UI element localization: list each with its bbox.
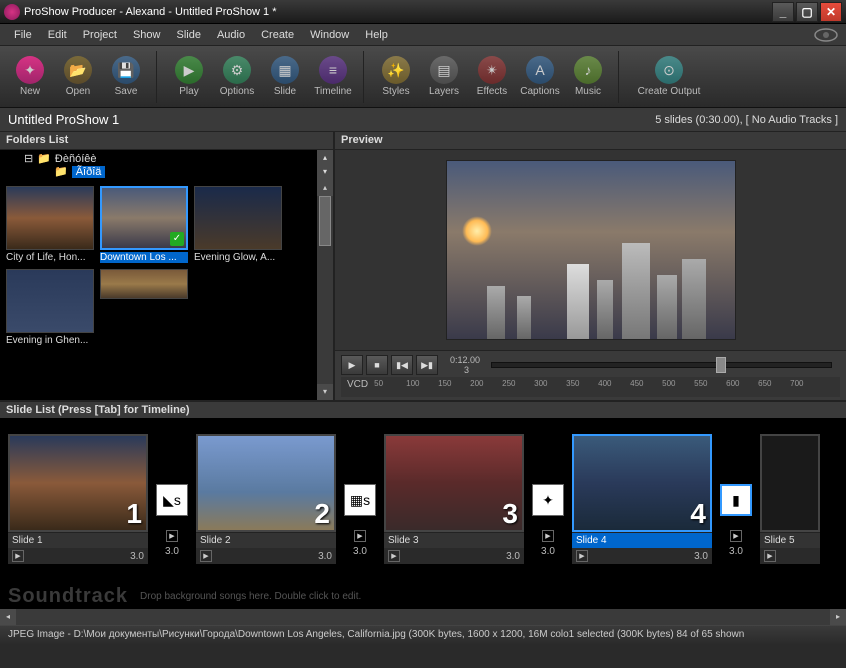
menu-audio[interactable]: Audio — [209, 27, 253, 43]
menu-edit[interactable]: Edit — [40, 27, 75, 43]
thumb-item[interactable]: ✓Downtown Los ... — [100, 186, 188, 263]
close-button[interactable]: ✕ — [820, 2, 842, 22]
slide-card[interactable]: Slide 5 ▶ — [760, 434, 820, 564]
tool-timeline[interactable]: ≡Timeline — [311, 51, 355, 103]
menu-project[interactable]: Project — [75, 27, 125, 43]
menu-window[interactable]: Window — [302, 27, 357, 43]
titlebar: ProShow Producer - Alexand - Untitled Pr… — [0, 0, 846, 24]
transition-card[interactable]: ▮▶3.0 — [716, 484, 756, 557]
soundtrack-hint: Drop background songs here. Double click… — [140, 591, 361, 602]
transition-play-icon[interactable]: ▶ — [542, 530, 554, 542]
slidelist-header: Slide List (Press [Tab] for Timeline) — [0, 400, 846, 418]
horizontal-scrollbar[interactable]: ◂ ▸ — [0, 609, 846, 625]
soundtrack-label: Soundtrack — [8, 585, 128, 608]
transition-play-icon[interactable]: ▶ — [354, 530, 366, 542]
statusbar: JPEG Image - D:\Мои документы\Рисунки\Го… — [0, 625, 846, 645]
project-title: Untitled ProShow 1 — [8, 112, 655, 127]
folders-header: Folders List — [0, 132, 333, 150]
project-bar: Untitled ProShow 1 5 slides (0:30.00), [… — [0, 108, 846, 132]
thumb-item[interactable]: Evening Glow, A... — [194, 186, 282, 263]
slide-play-icon[interactable]: ▶ — [764, 550, 776, 562]
vcd-label[interactable]: VCD — [341, 379, 374, 390]
thumb-item[interactable] — [100, 269, 188, 299]
slide-play-icon[interactable]: ▶ — [12, 550, 24, 562]
tool-play[interactable]: ▶Play — [167, 51, 211, 103]
minimize-button[interactable]: _ — [772, 2, 794, 22]
slide-play-icon[interactable]: ▶ — [200, 550, 212, 562]
frame-display: 3 — [450, 365, 469, 375]
tool-captions[interactable]: ACaptions — [518, 51, 562, 103]
transition-icon[interactable]: ▦s — [344, 484, 376, 516]
menu-slide[interactable]: Slide — [168, 27, 208, 43]
thumb-item[interactable]: City of Life, Hon... — [6, 186, 94, 263]
folder-tree[interactable]: ⊟📁Ðèñóíêè 📁Ãîðîä ▴▾ — [0, 150, 333, 180]
folders-panel: Folders List ⊟📁Ðèñóíêè 📁Ãîðîä ▴▾ City of… — [0, 132, 335, 400]
slide-card[interactable]: 4 Slide 4 ▶3.0 — [572, 434, 712, 564]
transition-icon[interactable]: ◣s — [156, 484, 188, 516]
menu-help[interactable]: Help — [357, 27, 396, 43]
window-title: ProShow Producer - Alexand - Untitled Pr… — [24, 6, 770, 18]
transition-icon[interactable]: ✦ — [532, 484, 564, 516]
menubar: File Edit Project Show Slide Audio Creat… — [0, 24, 846, 46]
tool-create-output[interactable]: ⊙Create Output — [629, 51, 709, 103]
check-icon: ✓ — [170, 232, 184, 246]
next-button[interactable]: ▶▮ — [416, 355, 438, 375]
thumbnails-grid: City of Life, Hon... ✓Downtown Los ... E… — [0, 180, 333, 400]
scroll-left-icon[interactable]: ◂ — [0, 609, 16, 625]
prev-button[interactable]: ▮◀ — [391, 355, 413, 375]
folder-icon: 📁 — [37, 152, 51, 165]
tool-styles[interactable]: ✨Styles — [374, 51, 418, 103]
slide-play-icon[interactable]: ▶ — [576, 550, 588, 562]
tool-slide[interactable]: ▦Slide — [263, 51, 307, 103]
app-icon — [4, 4, 20, 20]
tool-save[interactable]: 💾Save — [104, 51, 148, 103]
slide-play-icon[interactable]: ▶ — [388, 550, 400, 562]
transition-play-icon[interactable]: ▶ — [166, 530, 178, 542]
preview-area[interactable] — [335, 150, 846, 350]
menu-create[interactable]: Create — [253, 27, 302, 43]
folder-scrollbar[interactable]: ▴▾ — [317, 150, 333, 180]
menu-show[interactable]: Show — [125, 27, 169, 43]
project-stats: 5 slides (0:30.00), [ No Audio Tracks ] — [655, 114, 838, 126]
preview-image — [446, 160, 736, 340]
tool-layers[interactable]: ▤Layers — [422, 51, 466, 103]
playback-controls: ▶ ■ ▮◀ ▶▮ 0:12.003 VCD 50100150200250300… — [335, 350, 846, 400]
transition-icon[interactable]: ▮ — [720, 484, 752, 516]
slide-card[interactable]: 1 Slide 1 ▶3.0 — [8, 434, 148, 564]
slide-strip: 1 Slide 1 ▶3.0 ◣s▶3.0 2 Slide 2 ▶3.0 ▦s▶… — [0, 418, 846, 583]
eye-icon[interactable] — [812, 26, 840, 44]
play-button[interactable]: ▶ — [341, 355, 363, 375]
ruler[interactable]: 5010015020025030035040045050055060065070… — [374, 379, 840, 397]
scroll-right-icon[interactable]: ▸ — [830, 609, 846, 625]
tool-new[interactable]: ✦New — [8, 51, 52, 103]
transition-play-icon[interactable]: ▶ — [730, 530, 742, 542]
transition-card[interactable]: ◣s▶3.0 — [152, 484, 192, 557]
tool-options[interactable]: ⚙Options — [215, 51, 259, 103]
toolbar: ✦New 📂Open 💾Save ▶Play ⚙Options ▦Slide ≡… — [0, 46, 846, 108]
preview-header: Preview — [335, 132, 846, 150]
thumb-item[interactable]: Evening in Ghen... — [6, 269, 94, 346]
maximize-button[interactable]: ▢ — [796, 2, 818, 22]
preview-panel: Preview ▶ ■ ▮◀ ▶▮ — [335, 132, 846, 400]
stop-button[interactable]: ■ — [366, 355, 388, 375]
slide-card[interactable]: 2 Slide 2 ▶3.0 — [196, 434, 336, 564]
menu-file[interactable]: File — [6, 27, 40, 43]
tool-music[interactable]: ♪Music — [566, 51, 610, 103]
time-display: 0:12.00 — [450, 355, 480, 365]
folder-icon: 📁 — [54, 165, 68, 178]
tool-open[interactable]: 📂Open — [56, 51, 100, 103]
transition-card[interactable]: ▦s▶3.0 — [340, 484, 380, 557]
time-slider[interactable] — [491, 362, 832, 368]
transition-card[interactable]: ✦▶3.0 — [528, 484, 568, 557]
thumbs-scrollbar[interactable]: ▴▾ — [317, 180, 333, 400]
slider-handle[interactable] — [716, 357, 726, 373]
tool-effects[interactable]: ✴Effects — [470, 51, 514, 103]
slide-card[interactable]: 3 Slide 3 ▶3.0 — [384, 434, 524, 564]
soundtrack-area[interactable]: Soundtrack Drop background songs here. D… — [0, 583, 846, 609]
